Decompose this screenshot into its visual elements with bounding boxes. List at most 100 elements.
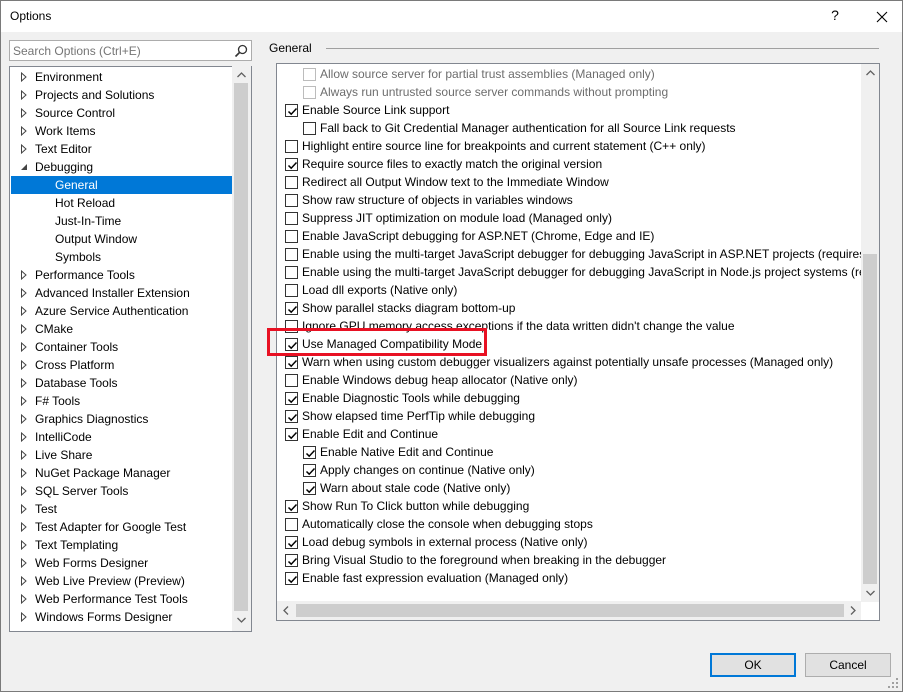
expand-arrow-icon[interactable] — [19, 306, 29, 316]
cancel-button[interactable]: Cancel — [805, 653, 891, 677]
checkbox[interactable] — [285, 176, 298, 189]
checkbox-checked[interactable] — [303, 446, 316, 459]
checkbox[interactable] — [285, 248, 298, 261]
checkbox-checked[interactable] — [303, 482, 316, 495]
expand-arrow-icon[interactable] — [19, 558, 29, 568]
tree-scrollbar[interactable] — [232, 66, 251, 631]
checkbox[interactable] — [285, 320, 298, 333]
checkbox-checked[interactable] — [285, 428, 298, 441]
tree-item[interactable]: Windows Forms Designer — [11, 608, 233, 626]
tree-item[interactable]: Test Adapter for Google Test — [11, 518, 233, 536]
expand-arrow-icon[interactable] — [19, 594, 29, 604]
checkbox[interactable] — [285, 374, 298, 387]
tree-item[interactable]: SQL Server Tools — [11, 482, 233, 500]
options-vertical-scrollbar[interactable] — [861, 64, 879, 602]
tree-item[interactable]: Web Live Preview (Preview) — [11, 572, 233, 590]
tree-item[interactable]: Environment — [11, 68, 233, 86]
expand-arrow-icon[interactable] — [19, 522, 29, 532]
tree-item[interactable]: IntelliCode — [11, 428, 233, 446]
tree-item[interactable]: Text Editor — [11, 140, 233, 158]
tree-item[interactable]: Test — [11, 500, 233, 518]
expand-arrow-icon[interactable] — [19, 144, 29, 154]
expand-arrow-icon[interactable] — [19, 612, 29, 622]
expand-arrow-icon[interactable] — [19, 126, 29, 136]
tree-item[interactable]: Live Share — [11, 446, 233, 464]
ok-button[interactable]: OK — [710, 653, 796, 677]
checkbox-checked[interactable] — [285, 104, 298, 117]
checkbox-checked[interactable] — [285, 158, 298, 171]
tree-item[interactable]: Debugging — [11, 158, 233, 176]
tree-item[interactable]: Output Window — [11, 230, 233, 248]
expand-arrow-icon[interactable] — [19, 72, 29, 82]
tree-item[interactable]: Web Performance Test Tools — [11, 590, 233, 608]
tree-item[interactable]: Graphics Diagnostics — [11, 410, 233, 428]
expand-arrow-icon[interactable] — [19, 504, 29, 514]
checkbox-checked[interactable] — [285, 338, 298, 351]
checkbox-checked[interactable] — [285, 392, 298, 405]
checkbox-checked[interactable] — [285, 572, 298, 585]
tree-item[interactable]: Advanced Installer Extension — [11, 284, 233, 302]
expand-arrow-icon[interactable] — [19, 486, 29, 496]
expand-arrow-icon[interactable] — [19, 342, 29, 352]
tree-item[interactable]: Web Forms Designer — [11, 554, 233, 572]
tree-item[interactable]: Performance Tools — [11, 266, 233, 284]
checkbox[interactable] — [285, 230, 298, 243]
search-options-box[interactable] — [9, 40, 252, 61]
expand-arrow-icon[interactable] — [19, 360, 29, 370]
collapse-arrow-icon[interactable] — [19, 162, 29, 172]
options-scroll-thumb[interactable] — [863, 254, 877, 584]
checkbox-checked[interactable] — [285, 500, 298, 513]
tree-item[interactable]: Source Control — [11, 104, 233, 122]
search-icon[interactable] — [234, 44, 248, 58]
tree-item[interactable]: Container Tools — [11, 338, 233, 356]
tree-item[interactable]: Database Tools — [11, 374, 233, 392]
search-input[interactable] — [13, 42, 228, 59]
checkbox[interactable] — [285, 284, 298, 297]
scroll-right-icon[interactable] — [850, 606, 856, 615]
checkbox[interactable] — [285, 212, 298, 225]
checkbox-checked[interactable] — [285, 554, 298, 567]
resize-grip-icon[interactable] — [887, 677, 899, 689]
expand-arrow-icon[interactable] — [19, 432, 29, 442]
horizontal-scroll-thumb[interactable] — [296, 604, 844, 617]
checkbox-checked[interactable] — [285, 302, 298, 315]
checkbox[interactable] — [285, 140, 298, 153]
expand-arrow-icon[interactable] — [19, 324, 29, 334]
close-button[interactable] — [863, 1, 901, 32]
expand-arrow-icon[interactable] — [19, 450, 29, 460]
tree-item[interactable]: General — [11, 176, 233, 194]
tree-item[interactable]: Work Items — [11, 122, 233, 140]
tree-item[interactable]: Azure Service Authentication — [11, 302, 233, 320]
options-horizontal-scrollbar[interactable] — [277, 601, 861, 620]
expand-arrow-icon[interactable] — [19, 288, 29, 298]
expand-arrow-icon[interactable] — [19, 414, 29, 424]
scroll-down-icon[interactable] — [237, 617, 246, 623]
expand-arrow-icon[interactable] — [19, 396, 29, 406]
checkbox[interactable] — [285, 266, 298, 279]
checkbox-checked[interactable] — [285, 536, 298, 549]
expand-arrow-icon[interactable] — [19, 90, 29, 100]
checkbox-checked[interactable] — [303, 464, 316, 477]
expand-arrow-icon[interactable] — [19, 576, 29, 586]
scroll-left-icon[interactable] — [283, 606, 289, 615]
scroll-up-icon[interactable] — [866, 70, 875, 76]
tree-scroll-thumb[interactable] — [234, 83, 248, 611]
scroll-down-icon[interactable] — [866, 590, 875, 596]
tree-item[interactable]: Text Templating — [11, 536, 233, 554]
tree-item[interactable]: Projects and Solutions — [11, 86, 233, 104]
tree-item[interactable]: NuGet Package Manager — [11, 464, 233, 482]
expand-arrow-icon[interactable] — [19, 468, 29, 478]
tree-item[interactable]: CMake — [11, 320, 233, 338]
scroll-up-icon[interactable] — [237, 72, 246, 78]
checkbox-checked[interactable] — [285, 410, 298, 423]
options-tree[interactable]: Environment Projects and Solutions Source … — [9, 66, 252, 632]
tree-item[interactable]: Symbols — [11, 248, 233, 266]
expand-arrow-icon[interactable] — [19, 108, 29, 118]
expand-arrow-icon[interactable] — [19, 540, 29, 550]
help-icon[interactable]: ? — [827, 7, 843, 23]
tree-item[interactable]: F# Tools — [11, 392, 233, 410]
tree-item[interactable]: Just-In-Time — [11, 212, 233, 230]
tree-item[interactable]: Hot Reload — [11, 194, 233, 212]
checkbox[interactable] — [285, 194, 298, 207]
checkbox[interactable] — [285, 518, 298, 531]
